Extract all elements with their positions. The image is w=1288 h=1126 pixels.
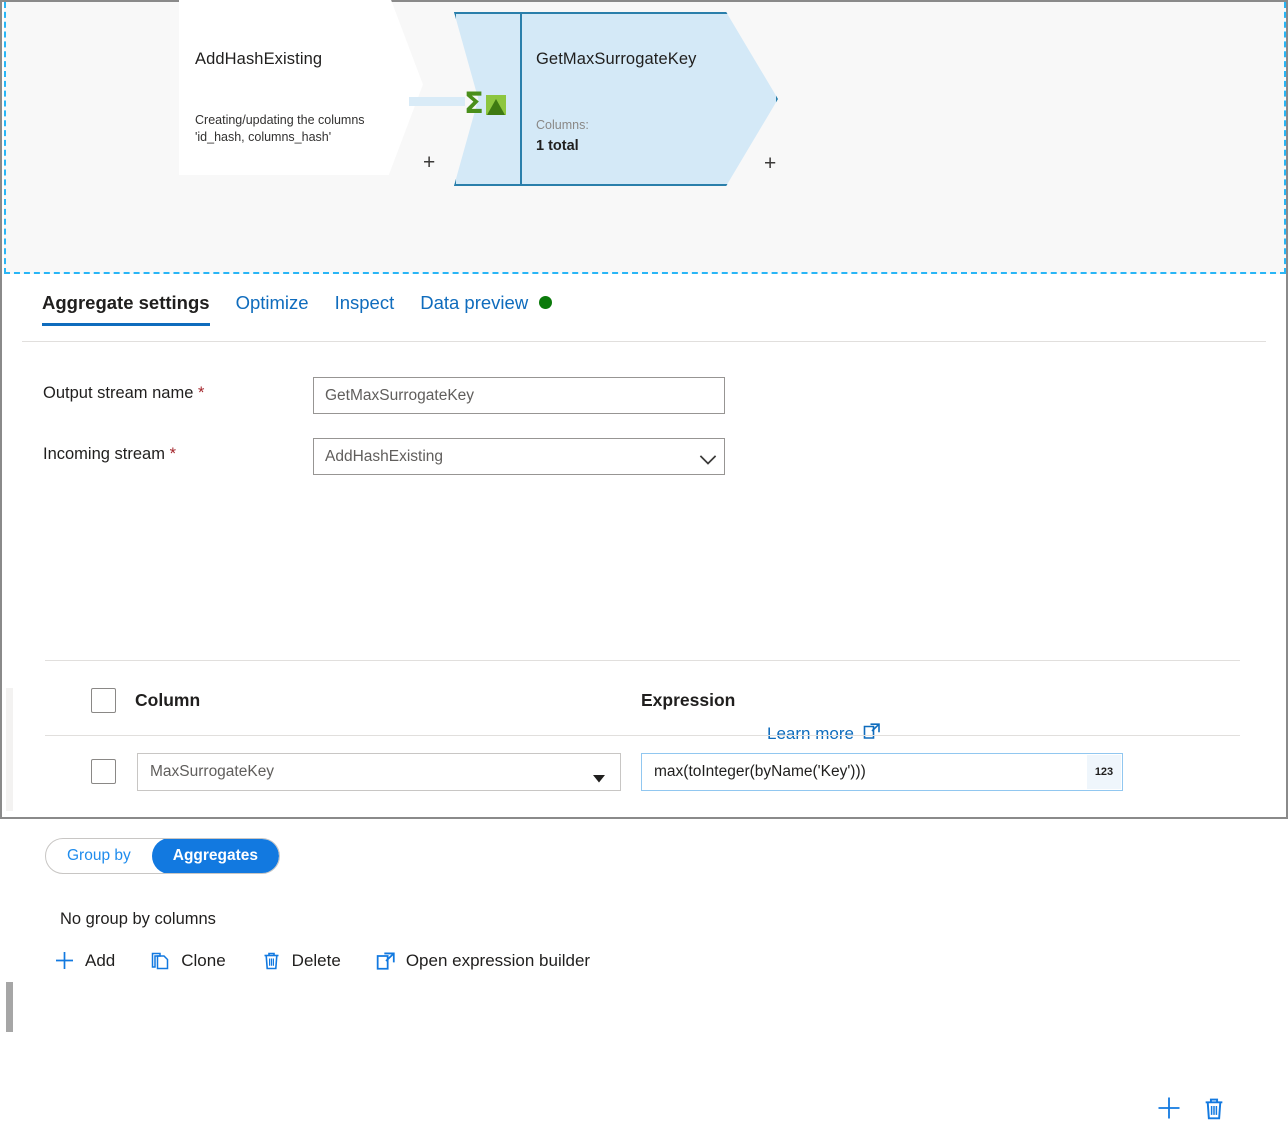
column-header-column: Column [135, 690, 200, 711]
open-expression-builder-label: Open expression builder [406, 951, 590, 971]
aggregate-command-bar: Add Clone [54, 950, 625, 971]
learn-more-label: Learn more [767, 724, 854, 744]
row-delete-button[interactable] [1202, 1095, 1226, 1126]
toggle-option-group-by-label: Group by [67, 847, 131, 865]
tab-data-preview[interactable]: Data preview [420, 292, 552, 326]
aggregate-node-add-button[interactable]: + [764, 155, 776, 173]
incoming-stream-label-text: Incoming stream [43, 445, 165, 463]
output-stream-name-value: GetMaxSurrogateKey [325, 387, 474, 405]
row-action-icons [1156, 1095, 1226, 1126]
column-header-expression: Expression [641, 690, 735, 711]
aggregate-node-columns-label: Columns: [536, 118, 589, 132]
clone-button[interactable]: Clone [150, 950, 241, 971]
tab-aggregate-settings[interactable]: Aggregate settings [42, 292, 210, 326]
toggle-option-group-by[interactable]: Group by [46, 838, 152, 874]
output-stream-name-label: Output stream name * [43, 384, 204, 403]
output-stream-name-label-text: Output stream name [43, 384, 193, 402]
toggle-option-aggregates-label: Aggregates [173, 847, 258, 865]
tab-aggregate-settings-label: Aggregate settings [42, 292, 210, 313]
data-flow-canvas[interactable]: AddHashExisting Creating/updating the co… [4, 2, 1286, 274]
aggregate-node-columns-value: 1 total [536, 138, 579, 154]
toggle-option-aggregates[interactable]: Aggregates [152, 838, 279, 874]
row-select-checkbox[interactable] [91, 759, 116, 784]
source-node-subtitle: Creating/updating the columns 'id_hash, … [195, 112, 410, 146]
aggregate-sigma-icon: Σ [464, 86, 514, 122]
external-link-icon [376, 951, 396, 971]
no-group-by-columns-text: No group by columns [60, 910, 216, 929]
plus-icon [54, 950, 75, 971]
panel-scrollbar-thumb[interactable] [6, 982, 13, 1032]
output-stream-required-marker: * [198, 384, 204, 402]
aggregate-node-title: GetMaxSurrogateKey [536, 50, 696, 69]
output-stream-name-input[interactable]: GetMaxSurrogateKey [313, 377, 725, 414]
row-add-button[interactable] [1156, 1095, 1182, 1126]
settings-tabbar: Aggregate settings Optimize Inspect Data… [4, 276, 1286, 342]
tab-inspect-label: Inspect [335, 292, 395, 313]
chevron-down-icon [593, 770, 605, 788]
aggregate-node-divider [520, 14, 522, 184]
svg-text:Σ: Σ [464, 86, 484, 120]
table-header-divider [45, 735, 1240, 736]
row-expression-value: max(toInteger(byName('Key'))) [654, 763, 866, 781]
panel-scrollbar-track[interactable] [6, 688, 13, 811]
clone-button-label: Clone [181, 951, 225, 971]
table-top-divider [45, 660, 1240, 661]
delete-button[interactable]: Delete [261, 950, 357, 971]
groupby-aggregates-toggle[interactable]: Group by Aggregates [45, 838, 280, 874]
source-node-title: AddHashExisting [195, 50, 322, 69]
open-expression-builder-button[interactable]: Open expression builder [376, 951, 606, 971]
data-flow-window: AddHashExisting Creating/updating the co… [0, 0, 1288, 819]
incoming-stream-label: Incoming stream * [43, 445, 176, 464]
delete-button-label: Delete [292, 951, 341, 971]
learn-more-link[interactable]: Learn more [767, 722, 881, 745]
external-link-icon [863, 722, 881, 745]
aggregate-transformation-node[interactable]: Σ GetMaxSurrogateKey Columns: 1 total [454, 12, 778, 186]
source-transformation-node[interactable]: AddHashExisting Creating/updating the co… [179, 0, 423, 175]
tab-list: Aggregate settings Optimize Inspect Data… [42, 292, 552, 326]
tab-inspect[interactable]: Inspect [335, 292, 395, 326]
incoming-stream-value: AddHashExisting [325, 448, 443, 466]
chevron-down-icon [699, 452, 713, 461]
row-column-value: MaxSurrogateKey [150, 763, 274, 781]
row-expression-input[interactable]: max(toInteger(byName('Key'))) 123 [641, 753, 1123, 791]
add-button-label: Add [85, 951, 115, 971]
incoming-stream-select[interactable]: AddHashExisting [313, 438, 725, 475]
tab-data-preview-label: Data preview [420, 292, 528, 314]
add-button[interactable]: Add [54, 950, 131, 971]
row-column-select[interactable]: MaxSurrogateKey [137, 753, 621, 791]
incoming-stream-required-marker: * [170, 445, 176, 463]
aggregate-settings-panel: Output stream name * GetMaxSurrogateKey … [4, 342, 1286, 815]
data-preview-status-dot [539, 296, 552, 309]
trash-icon [261, 950, 282, 971]
row-expression-type-badge: 123 [1087, 755, 1121, 789]
tab-optimize[interactable]: Optimize [236, 292, 309, 326]
tab-optimize-label: Optimize [236, 292, 309, 313]
source-node-body: AddHashExisting Creating/updating the co… [179, 0, 423, 175]
source-node-add-button[interactable]: + [423, 154, 435, 172]
select-all-checkbox[interactable] [91, 688, 116, 713]
copy-icon [150, 950, 171, 971]
